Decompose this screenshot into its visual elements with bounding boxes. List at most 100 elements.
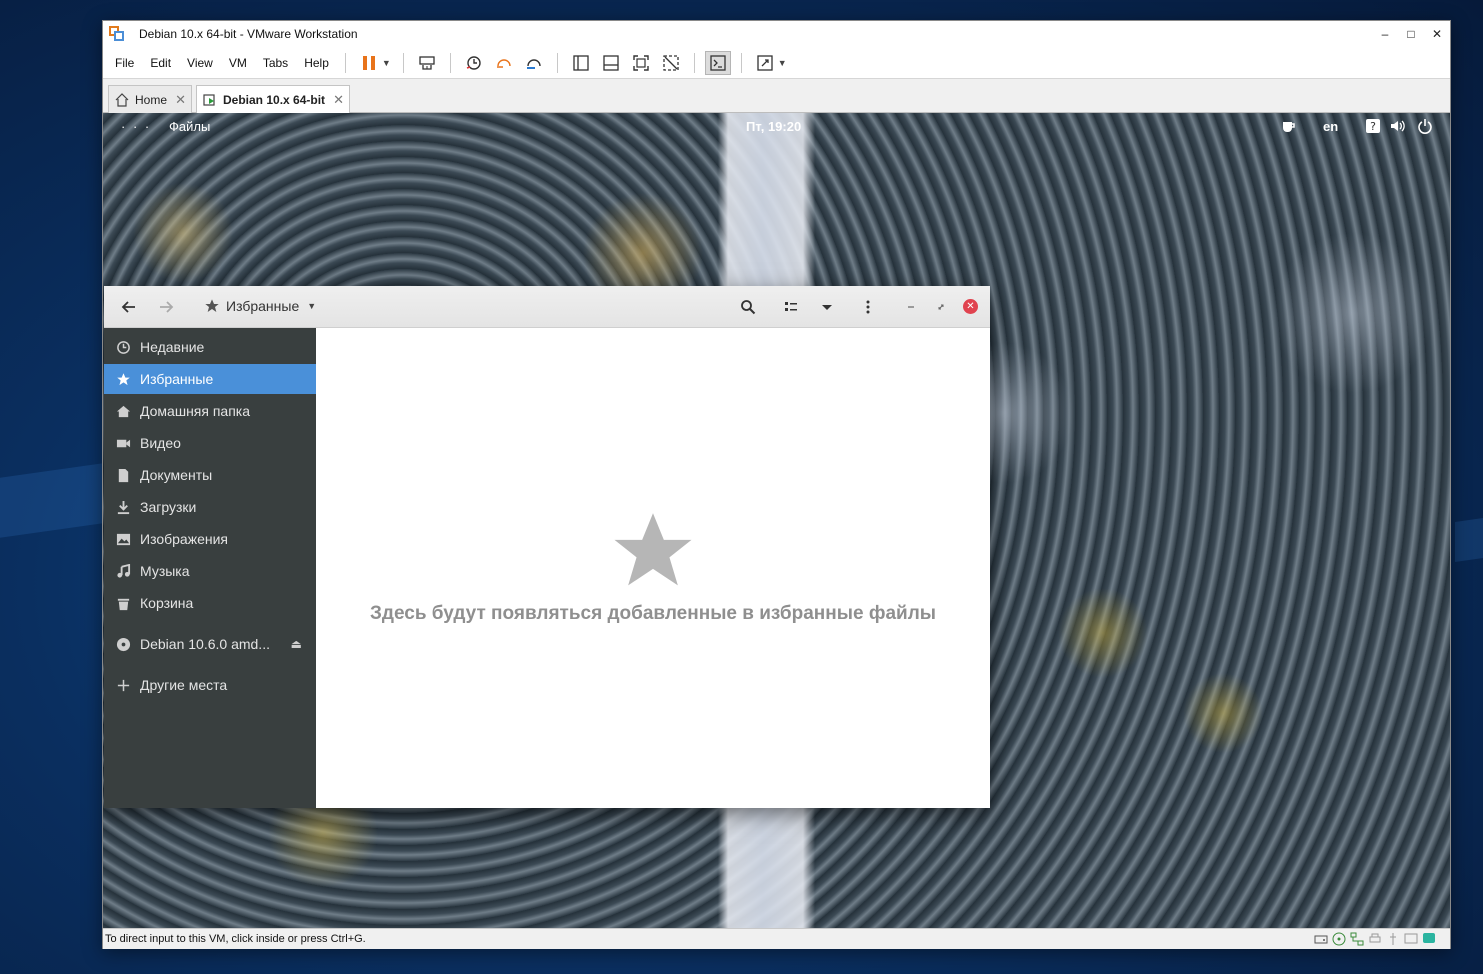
sidebar-item-trash[interactable]: Корзина xyxy=(104,588,316,618)
home-icon xyxy=(115,92,129,107)
printer-icon[interactable] xyxy=(1368,932,1382,946)
help-icon[interactable]: ? xyxy=(1365,118,1381,134)
stretch-icon xyxy=(757,54,773,71)
unity-button[interactable] xyxy=(658,51,684,75)
sidebar-item-other-locations[interactable]: Другие места xyxy=(104,670,316,700)
home-icon xyxy=(115,403,131,419)
menu-view[interactable]: View xyxy=(179,56,221,70)
minimize-button[interactable]: – xyxy=(1372,21,1398,47)
send-ctrl-alt-del-button[interactable] xyxy=(414,51,440,75)
snapshot-manager-button[interactable] xyxy=(521,51,547,75)
menu-help[interactable]: Help xyxy=(296,56,337,70)
sidebar-item-starred[interactable]: Избранные xyxy=(104,364,316,394)
menu-vm[interactable]: VM xyxy=(221,56,255,70)
tab-home-close-button[interactable]: ✕ xyxy=(175,92,186,108)
tab-strip: Home ✕ Debian 10.x 64-bit ✕ xyxy=(103,79,1450,113)
eject-icon[interactable]: ⏏ xyxy=(291,637,302,651)
sidebar-item-label: Видео xyxy=(140,435,181,451)
show-thumbnail-bar-button[interactable] xyxy=(598,51,624,75)
cup-icon[interactable] xyxy=(1281,118,1297,134)
message-log-icon[interactable] xyxy=(1422,932,1436,946)
hard-disk-icon[interactable] xyxy=(1314,932,1328,946)
stretch-dropdown-icon[interactable]: ▼ xyxy=(778,58,787,68)
stretch-guest-button[interactable] xyxy=(752,51,778,75)
vm-display[interactable]: · · · Файлы Пт, 19:20 en ? Избранные ▼ ✕… xyxy=(103,113,1450,928)
toolbar-separator xyxy=(344,52,346,73)
plus-icon xyxy=(115,677,131,693)
star-icon xyxy=(115,371,131,387)
clock-icon xyxy=(115,339,131,355)
sidebar-item-label: Музыка xyxy=(140,563,190,579)
download-icon xyxy=(115,499,131,515)
chevron-down-icon: ▼ xyxy=(307,301,317,311)
chevron-down-icon xyxy=(822,305,832,310)
clock[interactable]: Пт, 19:20 xyxy=(746,119,801,134)
tab-debian-close-button[interactable]: ✕ xyxy=(333,92,344,108)
cd-dvd-icon[interactable] xyxy=(1332,932,1346,946)
sidebar-item-label: Загрузки xyxy=(140,499,197,515)
tab-debian-vm[interactable]: Debian 10.x 64-bit ✕ xyxy=(196,85,350,113)
snapshot-button[interactable] xyxy=(461,51,487,75)
pause-button[interactable] xyxy=(356,51,382,75)
sidebar-item-home[interactable]: Домашняя папка xyxy=(104,396,316,426)
sidebar-item-downloads[interactable]: Загрузки xyxy=(104,492,316,522)
search-button[interactable] xyxy=(736,295,760,319)
toolbar-separator xyxy=(402,52,404,73)
terminal-icon xyxy=(710,54,726,71)
document-icon xyxy=(115,467,131,483)
files-minimize-button[interactable] xyxy=(899,295,923,319)
minimize-icon xyxy=(908,306,914,308)
app-menu[interactable]: Файлы xyxy=(169,119,210,134)
sidebar-item-music[interactable]: Музыка xyxy=(104,556,316,586)
tab-debian-label: Debian 10.x 64-bit xyxy=(223,92,326,107)
view-mode-button[interactable] xyxy=(779,295,803,319)
sidebar-item-label: Корзина xyxy=(140,595,194,611)
arrow-right-icon xyxy=(160,301,174,313)
power-icon[interactable] xyxy=(1417,118,1433,134)
network-icon[interactable] xyxy=(1350,932,1364,946)
tab-home[interactable]: Home ✕ xyxy=(108,85,192,113)
display-icon[interactable] xyxy=(1404,932,1418,946)
keyboard-send-icon xyxy=(419,55,435,70)
tab-home-label: Home xyxy=(135,92,168,107)
sidebar-item-debian-disc[interactable]: Debian 10.6.0 amd... ⏏ xyxy=(104,629,316,659)
menu-file[interactable]: File xyxy=(103,56,142,70)
full-screen-button[interactable] xyxy=(628,51,654,75)
view-options-dropdown[interactable] xyxy=(815,295,839,319)
activities-button[interactable]: · · · xyxy=(121,119,151,134)
files-close-button[interactable]: ✕ xyxy=(963,299,978,314)
menu-button[interactable] xyxy=(856,295,880,319)
vmware-logo-icon xyxy=(109,26,125,42)
forward-button[interactable] xyxy=(154,295,178,319)
toolbar-separator xyxy=(449,52,451,73)
revert-snapshot-button[interactable] xyxy=(491,51,517,75)
menu-edit[interactable]: Edit xyxy=(142,56,179,70)
title-bar: Debian 10.x 64-bit - VMware Workstation … xyxy=(103,21,1450,47)
usb-icon[interactable] xyxy=(1386,932,1400,946)
keyboard-layout-indicator[interactable]: en xyxy=(1323,119,1338,134)
sidebar-item-recent[interactable]: Недавние xyxy=(104,332,316,362)
console-view-button[interactable] xyxy=(704,50,731,75)
snapshot-manager-icon xyxy=(526,58,541,69)
sidebar-item-pictures[interactable]: Изображения xyxy=(104,524,316,554)
menu-tabs[interactable]: Tabs xyxy=(255,56,296,70)
sidebar-item-videos[interactable]: Видео xyxy=(104,428,316,458)
pause-dropdown-icon[interactable]: ▼ xyxy=(382,58,391,68)
device-icons xyxy=(1310,932,1436,946)
maximize-button[interactable]: □ xyxy=(1398,21,1424,47)
snapshot-clock-icon xyxy=(466,55,481,70)
files-maximize-button[interactable] xyxy=(929,295,953,319)
toolbar-separator xyxy=(693,52,695,73)
vmware-window: Debian 10.x 64-bit - VMware Workstation … xyxy=(102,20,1451,949)
list-view-icon xyxy=(785,302,797,311)
window-controls: – □ ✕ xyxy=(1372,21,1450,47)
location-button[interactable]: Избранные ▼ xyxy=(204,298,316,314)
back-button[interactable] xyxy=(117,295,141,319)
files-headerbar: Избранные ▼ ✕ xyxy=(104,286,990,328)
trash-icon xyxy=(115,595,131,611)
volume-icon[interactable] xyxy=(1389,118,1405,134)
sidebar-item-documents[interactable]: Документы xyxy=(104,460,316,490)
close-window-button[interactable]: ✕ xyxy=(1424,21,1450,47)
show-library-button[interactable] xyxy=(568,51,594,75)
file-view[interactable]: Здесь будут появляться добавленные в изб… xyxy=(316,328,990,808)
